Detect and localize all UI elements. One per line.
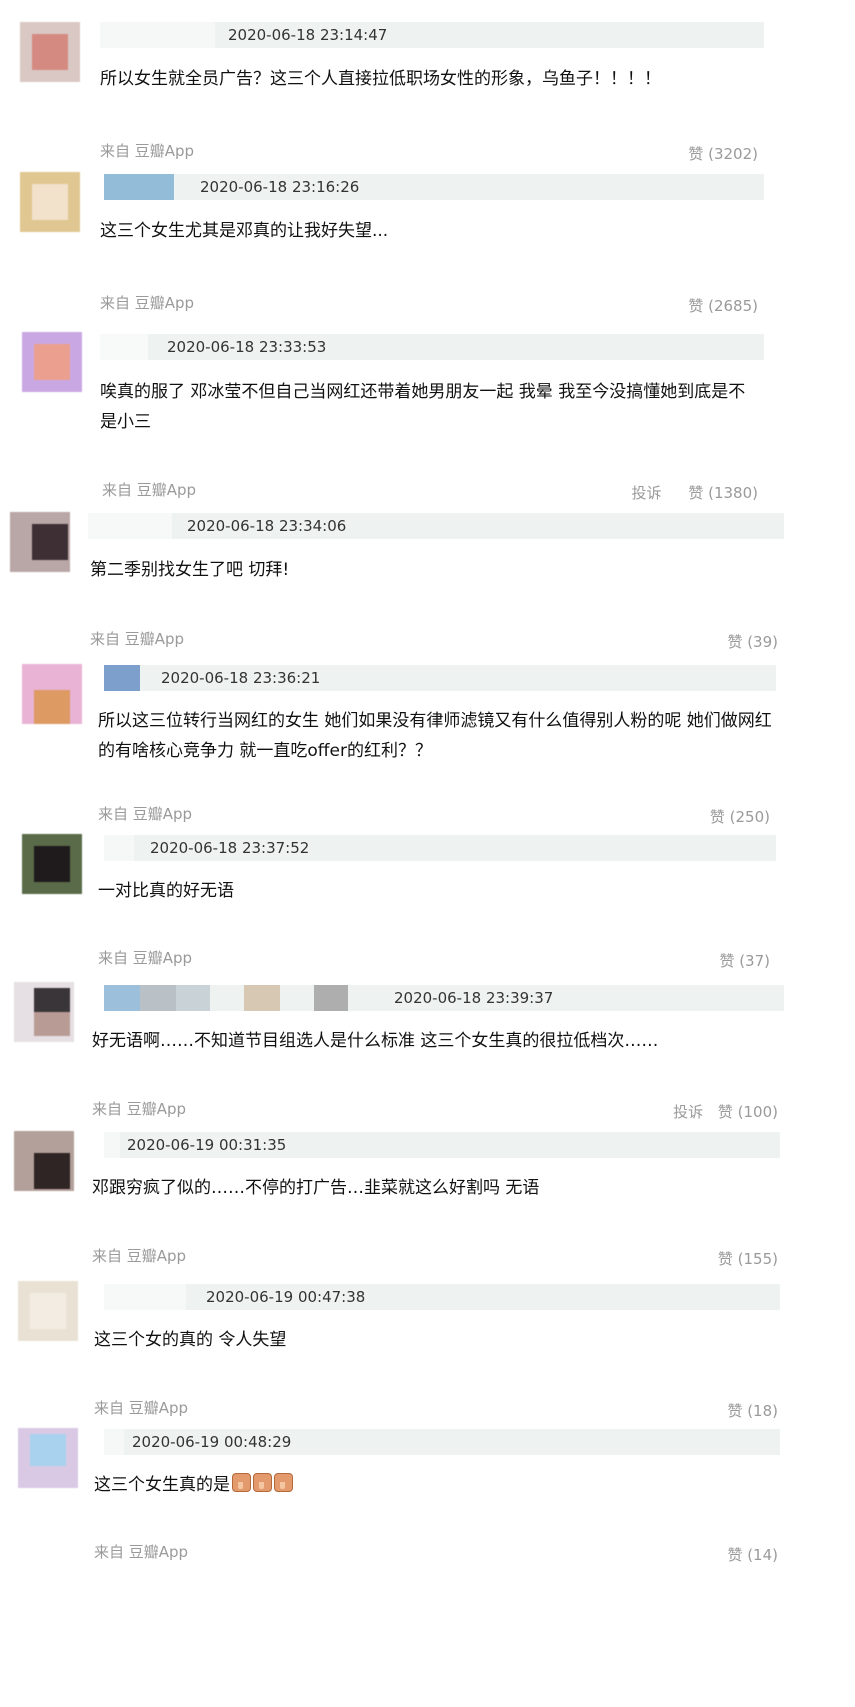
comment-text-content: 这三个女生真的是	[94, 1475, 230, 1495]
comment-actions: 赞 (18)	[727, 1400, 778, 1421]
username-blurred[interactable]	[88, 513, 172, 539]
comment-meta-bar: 2020-06-18 23:14:47	[100, 22, 764, 48]
avatar[interactable]	[22, 834, 82, 894]
thumbs-down-icon	[274, 1473, 293, 1492]
like-button[interactable]: 赞 (155)	[718, 1250, 778, 1268]
comment-meta-bar: 2020-06-18 23:34:06	[88, 513, 784, 539]
comment-actions: 赞 (2685)	[688, 295, 758, 316]
username-blurred[interactable]	[100, 22, 215, 48]
comment-text: 这三个女生尤其是邓真的让我好失望...	[100, 221, 389, 241]
comment-source: 来自 豆瓣App	[92, 1100, 187, 1118]
report-button[interactable]: 投诉	[673, 1103, 703, 1121]
comment-actions: 赞 (37)	[719, 950, 770, 971]
comment-meta-bar: 2020-06-19 00:47:38	[104, 1284, 780, 1310]
comment-text: 好无语啊……不知道节目组选人是什么标准 这三个女生真的很拉低档次……	[92, 1031, 659, 1051]
username-blurred[interactable]	[104, 835, 134, 861]
comment-timestamp: 2020-06-18 23:34:06	[187, 517, 347, 535]
comment-timestamp: 2020-06-18 23:16:26	[200, 178, 360, 196]
comment-meta-bar: 2020-06-19 00:48:29	[104, 1429, 780, 1455]
comment-timestamp: 2020-06-19 00:31:35	[127, 1136, 287, 1154]
comment-source: 来自 豆瓣App	[94, 1399, 189, 1417]
like-button[interactable]: 赞 (3202)	[688, 145, 758, 163]
avatar[interactable]	[18, 1281, 78, 1341]
avatar[interactable]	[20, 22, 80, 82]
like-button[interactable]: 赞 (18)	[727, 1402, 778, 1420]
comment-actions: 投诉 赞 (100)	[673, 1101, 778, 1122]
avatar[interactable]	[22, 664, 82, 724]
like-button[interactable]: 赞 (100)	[718, 1103, 778, 1121]
comment-source: 来自 豆瓣App	[100, 294, 195, 312]
comment-text: 一对比真的好无语	[98, 881, 234, 901]
comment-text: 第二季别找女生了吧 切拜!	[90, 560, 290, 580]
report-button[interactable]: 投诉	[632, 484, 662, 502]
comment-meta-bar: 2020-06-19 00:31:35	[104, 1132, 780, 1158]
comment-actions: 赞 (250)	[710, 806, 770, 827]
comment-source: 来自 豆瓣App	[92, 1247, 187, 1265]
like-button[interactable]: 赞 (2685)	[688, 297, 758, 315]
like-button[interactable]: 赞 (250)	[710, 808, 770, 826]
comment-meta-bar: 2020-06-18 23:39:37	[104, 985, 784, 1011]
comment-source: 来自 豆瓣App	[98, 805, 193, 823]
comment-meta-bar: 2020-06-18 23:36:21	[104, 665, 776, 691]
avatar[interactable]	[14, 982, 74, 1042]
like-button[interactable]: 赞 (39)	[727, 633, 778, 651]
comment-timestamp: 2020-06-19 00:47:38	[206, 1288, 366, 1306]
comment-actions: 赞 (39)	[727, 631, 778, 652]
comment-timestamp: 2020-06-18 23:14:47	[228, 26, 388, 44]
comment-actions: 投诉 赞 (1380)	[632, 482, 758, 503]
username-blurred[interactable]	[104, 1284, 186, 1310]
username-blurred[interactable]	[100, 334, 148, 360]
comment-meta-bar: 2020-06-18 23:16:26	[104, 174, 764, 200]
thumbs-down-icon	[253, 1473, 272, 1492]
comment-meta-bar: 2020-06-18 23:33:53	[100, 334, 764, 360]
username-blurred[interactable]	[104, 174, 174, 200]
avatar[interactable]	[20, 172, 80, 232]
username-blurred[interactable]	[104, 665, 140, 691]
comment-meta-bar: 2020-06-18 23:37:52	[104, 835, 776, 861]
comment-actions: 赞 (14)	[727, 1544, 778, 1565]
comment-source: 来自 豆瓣App	[98, 949, 193, 967]
like-button[interactable]: 赞 (14)	[727, 1546, 778, 1564]
comment-source: 来自 豆瓣App	[102, 481, 197, 499]
comment-text: 邓跟穷疯了似的……不停的打广告…韭菜就这么好割吗 无语	[92, 1178, 540, 1198]
comment-text: 这三个女的真的 令人失望	[94, 1330, 287, 1350]
comment-actions: 赞 (3202)	[688, 143, 758, 164]
comment-text: 所以这三位转行当网红的女生 她们如果没有律师滤镜又有什么值得别人粉的呢 她们做网…	[98, 711, 772, 761]
comment-source: 来自 豆瓣App	[100, 142, 195, 160]
comment-source: 来自 豆瓣App	[90, 630, 185, 648]
username-blurred[interactable]	[104, 985, 348, 1011]
comment-actions: 赞 (155)	[718, 1248, 778, 1269]
avatar[interactable]	[10, 512, 70, 572]
comment-text: 这三个女生真的是	[94, 1470, 780, 1500]
avatar[interactable]	[22, 332, 82, 392]
comment-text: 唉真的服了 邓冰莹不但自己当网红还带着她男朋友一起 我晕 我至今没搞懂她到底是不…	[100, 382, 746, 432]
avatar[interactable]	[18, 1428, 78, 1488]
comment-timestamp: 2020-06-19 00:48:29	[132, 1433, 292, 1451]
like-button[interactable]: 赞 (37)	[719, 952, 770, 970]
comment-timestamp: 2020-06-18 23:39:37	[394, 989, 554, 1007]
username-blurred[interactable]	[104, 1429, 124, 1455]
comment-timestamp: 2020-06-18 23:36:21	[161, 669, 321, 687]
username-blurred[interactable]	[104, 1132, 120, 1158]
like-button[interactable]: 赞 (1380)	[688, 484, 758, 502]
comment-timestamp: 2020-06-18 23:33:53	[167, 338, 327, 356]
comment-source: 来自 豆瓣App	[94, 1543, 189, 1561]
avatar[interactable]	[14, 1131, 74, 1191]
comment-text: 所以女生就全员广告？这三个人直接拉低职场女性的形象，乌鱼子！！！！	[100, 69, 661, 89]
thumbs-down-icon	[232, 1473, 251, 1492]
comment-timestamp: 2020-06-18 23:37:52	[150, 839, 310, 857]
